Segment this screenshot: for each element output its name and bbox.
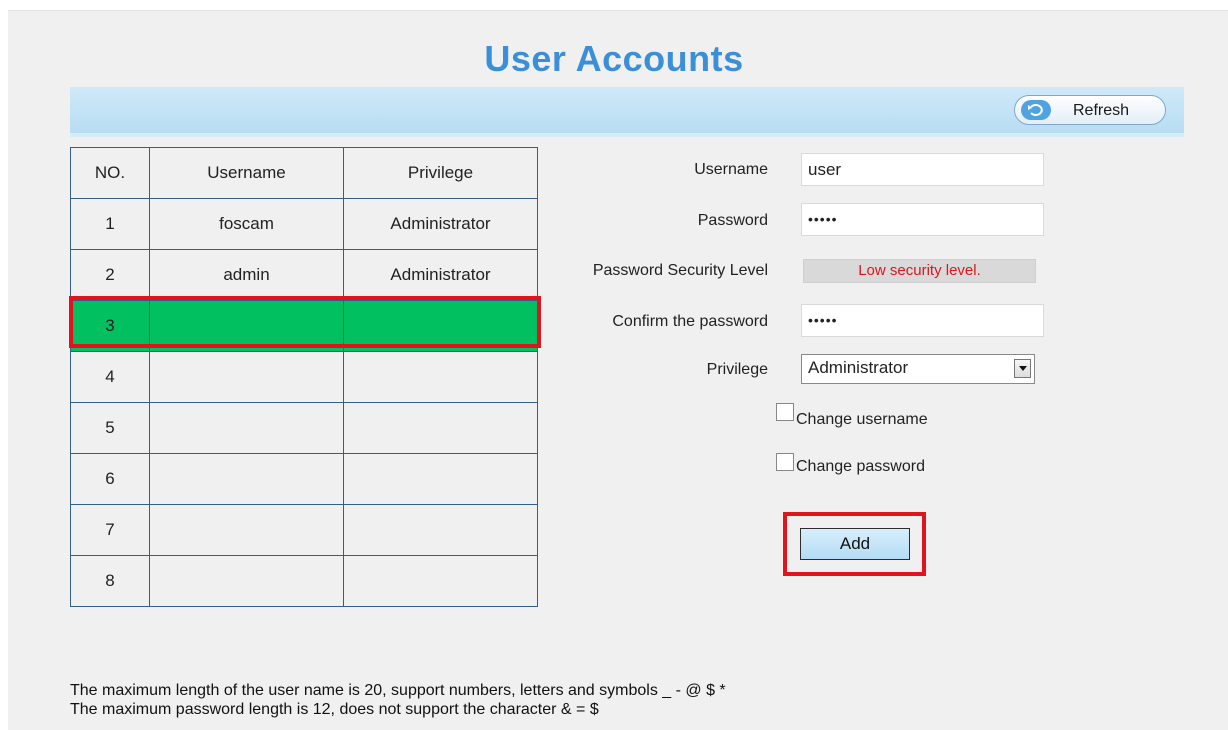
cell-privilege <box>343 402 538 454</box>
privilege-label: Privilege <box>706 361 768 378</box>
table-row[interactable]: 6 <box>70 453 538 505</box>
header-username: Username <box>149 147 344 199</box>
cell-username <box>149 453 344 505</box>
username-rule-note: The maximum length of the user name is 2… <box>70 682 726 699</box>
header-no: NO. <box>70 147 150 199</box>
table-row[interactable]: 1 foscam Administrator <box>70 198 538 250</box>
table-row[interactable]: 4 <box>70 351 538 403</box>
cell-privilege <box>343 351 538 403</box>
cell-no: 4 <box>70 351 150 403</box>
user-accounts-table: NO. Username Privilege 1 foscam Administ… <box>70 147 538 607</box>
table-row[interactable]: 8 <box>70 555 538 607</box>
cell-privilege: Administrator <box>343 249 538 301</box>
add-button-highlight: Add <box>783 512 926 576</box>
username-label: Username <box>694 161 768 178</box>
table-header-row: NO. Username Privilege <box>70 147 538 199</box>
cell-no: 1 <box>70 198 150 250</box>
table-row[interactable]: 5 <box>70 402 538 454</box>
cell-no: 6 <box>70 453 150 505</box>
cell-no: 3 <box>70 300 150 352</box>
cell-privilege <box>343 453 538 505</box>
table-row[interactable]: 7 <box>70 504 538 556</box>
cell-username <box>149 504 344 556</box>
refresh-label: Refresh <box>1073 102 1130 119</box>
cell-username <box>149 351 344 403</box>
table-row-selected[interactable]: 3 <box>70 300 538 352</box>
cell-no: 8 <box>70 555 150 607</box>
cell-privilege <box>343 504 538 556</box>
username-input[interactable] <box>801 153 1044 186</box>
cell-privilege: Administrator <box>343 198 538 250</box>
privilege-select-value: Administrator <box>808 358 909 377</box>
page-title: User Accounts <box>484 38 744 79</box>
cell-no: 7 <box>70 504 150 556</box>
cell-username: foscam <box>149 198 344 250</box>
table-row[interactable]: 2 admin Administrator <box>70 249 538 301</box>
refresh-icon <box>1021 100 1051 120</box>
cell-username <box>149 402 344 454</box>
header-privilege: Privilege <box>343 147 538 199</box>
add-button[interactable]: Add <box>800 528 910 560</box>
cell-privilege <box>343 300 538 352</box>
privilege-select[interactable]: Administrator <box>801 354 1035 384</box>
security-level-label: Password Security Level <box>592 262 768 279</box>
change-password-checkbox[interactable] <box>776 453 794 471</box>
change-password-label: Change password <box>796 458 925 475</box>
cell-username <box>149 555 344 607</box>
refresh-button[interactable]: Refresh <box>1014 95 1166 125</box>
password-label: Password <box>697 212 768 229</box>
confirm-password-label: Confirm the password <box>612 313 768 330</box>
cell-no: 2 <box>70 249 150 301</box>
change-username-label: Change username <box>796 411 928 428</box>
change-username-checkbox[interactable] <box>776 403 794 421</box>
cell-username <box>149 300 344 352</box>
password-rule-note: The maximum password length is 12, does … <box>70 701 599 718</box>
security-level-indicator: Low security level. <box>803 259 1036 283</box>
cell-privilege <box>343 555 538 607</box>
cell-no: 5 <box>70 402 150 454</box>
cell-username: admin <box>149 249 344 301</box>
toolbar: Refresh <box>70 87 1184 137</box>
password-input[interactable]: ••••• <box>801 203 1044 236</box>
chevron-down-icon[interactable] <box>1014 359 1031 378</box>
confirm-password-input[interactable]: ••••• <box>801 304 1044 337</box>
